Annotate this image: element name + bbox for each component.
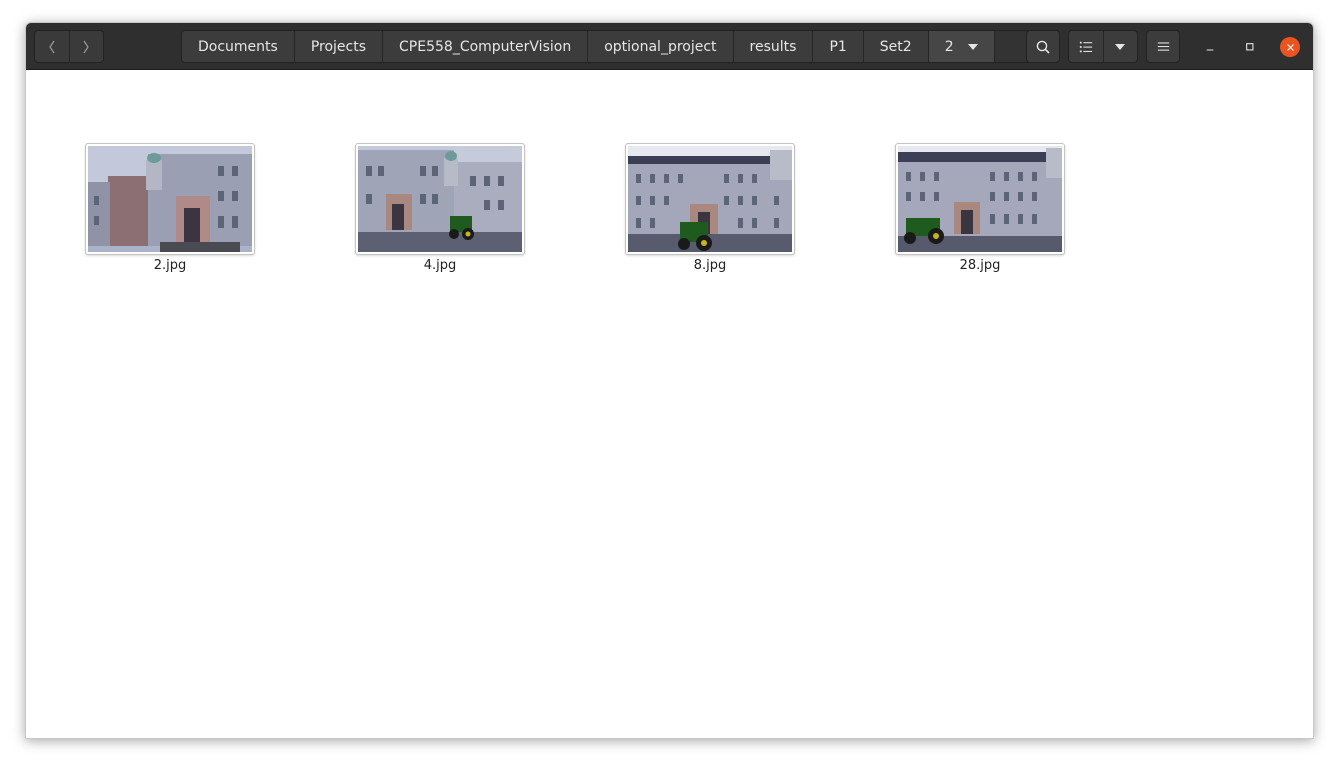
hamburger-menu-icon: [1157, 42, 1169, 51]
caret-down-icon: [967, 43, 978, 50]
image-thumbnail[interactable]: [85, 143, 255, 255]
breadcrumb-projects[interactable]: Projects: [294, 31, 384, 62]
forward-button[interactable]: [68, 31, 103, 62]
caret-down-icon: [1115, 43, 1126, 50]
file-name: 4.jpg: [423, 258, 457, 273]
chevron-left-icon: [49, 40, 55, 53]
maximize-icon: [1246, 43, 1254, 51]
list-view-icon: [1079, 41, 1093, 52]
view-options-dropdown[interactable]: [1102, 31, 1137, 62]
building-photo-thumbnail: [898, 146, 1062, 252]
search-button[interactable]: [1026, 30, 1060, 63]
list-view-button[interactable]: [1069, 31, 1103, 62]
image-thumbnail[interactable]: [355, 143, 525, 255]
file-name: 2.jpg: [153, 258, 187, 273]
building-photo-thumbnail: [88, 146, 252, 252]
file-manager-window: Documents Projects CPE558_ComputerVision…: [25, 22, 1314, 739]
breadcrumb-optional-project[interactable]: optional_project: [588, 31, 734, 62]
file-item[interactable]: 28.jpg: [895, 143, 1065, 273]
chevron-right-icon: [83, 40, 90, 53]
minimize-icon: [1206, 49, 1214, 51]
breadcrumb-documents[interactable]: Documents: [182, 31, 295, 62]
file-item[interactable]: 4.jpg: [355, 143, 525, 273]
view-switcher: [1068, 30, 1138, 63]
file-view: 2.jpg 4.jpg 8.jpg 28.jpg: [26, 70, 1313, 738]
breadcrumb-set2[interactable]: Set2: [863, 31, 929, 62]
file-item[interactable]: 8.jpg: [625, 143, 795, 273]
breadcrumb-current-label: 2: [944, 38, 954, 55]
close-icon: [1286, 43, 1294, 51]
breadcrumb-cpe558[interactable]: CPE558_ComputerVision: [383, 31, 589, 62]
back-button[interactable]: [35, 31, 69, 62]
minimize-button[interactable]: [1198, 35, 1222, 59]
file-name: 8.jpg: [693, 258, 727, 273]
close-button[interactable]: [1280, 37, 1300, 57]
breadcrumb: Documents Projects CPE558_ComputerVision…: [181, 30, 1034, 63]
header-bar: Documents Projects CPE558_ComputerVision…: [26, 23, 1313, 70]
main-menu-button[interactable]: [1146, 30, 1180, 63]
image-thumbnail[interactable]: [895, 143, 1065, 255]
file-name: 28.jpg: [959, 258, 1001, 273]
building-photo-thumbnail: [628, 146, 792, 252]
breadcrumb-p1[interactable]: P1: [813, 31, 864, 62]
file-item[interactable]: 2.jpg: [85, 143, 255, 273]
breadcrumb-results[interactable]: results: [733, 31, 814, 62]
breadcrumb-current-folder[interactable]: 2: [928, 31, 995, 62]
building-photo-thumbnail: [358, 146, 522, 252]
image-thumbnail[interactable]: [625, 143, 795, 255]
search-icon: [1036, 40, 1050, 54]
maximize-button[interactable]: [1238, 35, 1262, 59]
navigation-buttons: [34, 30, 104, 63]
